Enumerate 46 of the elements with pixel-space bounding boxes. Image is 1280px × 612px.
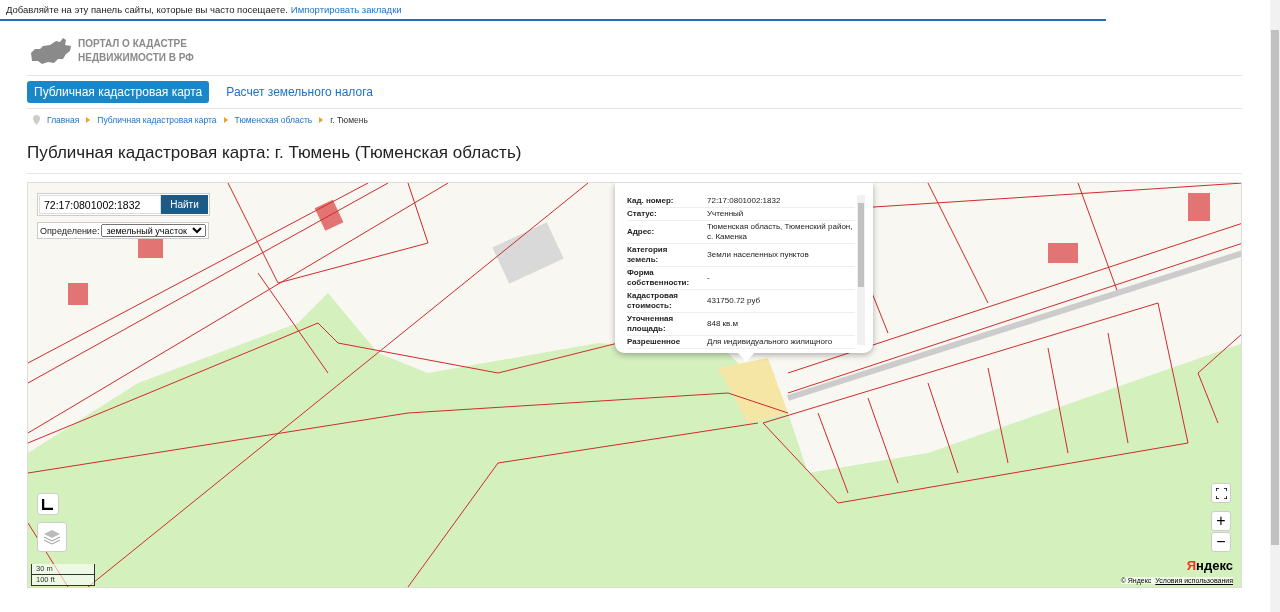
info-value: Для индивидуального жилищного: [707, 337, 834, 347]
info-label: Статус:: [627, 209, 658, 219]
current-page-text: г. Тюмень: [330, 115, 368, 125]
info-label: Адрес:: [627, 227, 656, 237]
fullscreen-button[interactable]: [1211, 483, 1231, 503]
zoom-in-button[interactable]: +: [1211, 511, 1231, 531]
page-title: Публичная кадастровая карта: г. Тюмень (Тюменская область): [27, 143, 1242, 174]
breadcrumb-link[interactable]: Главная: [47, 115, 80, 125]
definition-select[interactable]: земельный участок: [101, 224, 207, 237]
info-value: 72:17:0801002:1832: [707, 196, 782, 206]
info-value: Земли населенных пунктов: [707, 250, 810, 260]
definition-label: Определение:: [40, 225, 100, 236]
breadcrumb-arrow-icon: [86, 117, 91, 123]
page-scrollbar[interactable]: [1270, 0, 1280, 612]
ruler-icon: [42, 498, 54, 510]
breadcrumb-arrow-icon: [223, 117, 228, 123]
layers-icon: [43, 529, 61, 545]
nav-tab[interactable]: Публичная кадастровая карта: [27, 81, 210, 103]
fullscreen-icon: [1215, 487, 1227, 499]
info-value: 848 кв.м: [707, 319, 740, 329]
info-label: Кадастровая стоимость:: [627, 291, 680, 311]
info-label: Уточненная площадь:: [627, 314, 675, 334]
portal-logo-text: ПОРТАЛ О КАДАСТРЕ НЕДВИЖИМОСТИ В РФ: [78, 37, 194, 65]
location-pin-icon: [33, 115, 40, 125]
ruler-button[interactable]: [37, 493, 59, 515]
breadcrumb-link[interactable]: Тюменская область: [234, 115, 313, 125]
info-value: Тюменская область, Тюменский район, с. Каменка: [707, 222, 854, 242]
breadcrumb-link[interactable]: Публичная кадастровая карта: [97, 115, 217, 125]
info-value: -: [707, 273, 711, 283]
info-label: Форма собственности:: [627, 268, 691, 288]
info-label: Разрешенное: [627, 337, 682, 347]
info-value: Учтенный: [707, 209, 745, 219]
cadastral-search-field[interactable]: 72:17:0801002:1832: [39, 195, 161, 214]
popup-scrollbar[interactable]: [857, 195, 865, 345]
breadcrumb-arrow-icon: [319, 117, 324, 123]
zoom-out-button[interactable]: −: [1211, 532, 1231, 552]
yandex-logo: Яндекс: [1186, 558, 1233, 573]
russia-map-logo-icon: [30, 37, 72, 65]
nav-tab[interactable]: Расчет земельного налога: [219, 81, 380, 103]
info-value: 431750.72 руб: [707, 296, 762, 306]
info-label: Кад. номер:: [627, 196, 675, 206]
find-button[interactable]: Найти: [161, 195, 208, 214]
import-bookmarks-link[interactable]: Импортировать закладки: [290, 4, 402, 15]
layers-button[interactable]: [37, 522, 67, 552]
info-label: Категория земель:: [627, 245, 669, 265]
bookmarks-bar-text: Добавляйте на эту панель сайты, которые вы часто посещаете.: [6, 4, 288, 15]
